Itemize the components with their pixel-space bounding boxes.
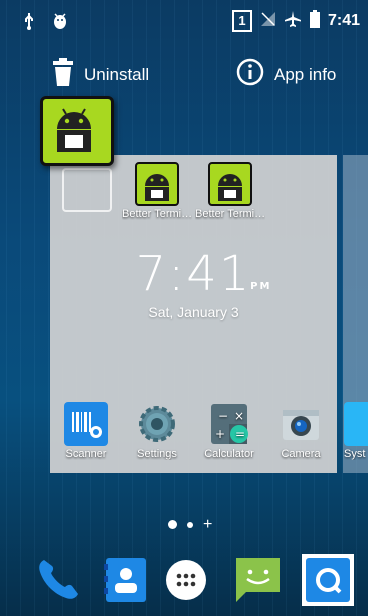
shortcut-label: Better Termi… <box>122 208 192 220</box>
dock-all-apps[interactable] <box>160 554 212 606</box>
page-dot <box>187 521 193 528</box>
app-label: Calculator <box>204 448 254 460</box>
app-drawer-icon <box>160 560 212 610</box>
svg-text:×: × <box>234 409 244 423</box>
app-info-drop-target[interactable]: App info <box>236 58 336 91</box>
drop-target-bar: Uninstall App info <box>0 58 368 94</box>
app-calculator[interactable]: − × + = Calculator <box>197 402 261 460</box>
messaging-icon <box>232 558 284 610</box>
trash-icon <box>52 58 74 91</box>
app-system[interactable]: Syst <box>344 402 368 460</box>
dock-phone[interactable] <box>32 554 84 606</box>
page-indicator[interactable]: + <box>168 516 213 533</box>
system-icon <box>344 402 368 446</box>
dock-messaging[interactable] <box>232 554 284 606</box>
app-label: Syst <box>344 448 366 460</box>
app-label: Scanner <box>65 448 107 460</box>
app-settings[interactable]: Settings <box>125 402 189 460</box>
dragged-app-icon[interactable] <box>40 96 114 166</box>
clock-date: Sat, January 3 <box>148 304 239 320</box>
sim-icon: 1 <box>231 10 252 32</box>
status-time: 7:41 <box>327 12 360 29</box>
clock-time: 7:41 PM <box>135 246 270 302</box>
shortcut-better-terminal-2[interactable]: Better Termi… <box>195 162 265 220</box>
uninstall-label: Uninstall <box>84 64 150 84</box>
camera-icon <box>279 402 323 446</box>
dock <box>0 548 368 616</box>
terminal-android-icon <box>208 162 252 206</box>
clock-time-value: 7:41 <box>135 246 252 302</box>
contacts-icon <box>100 558 152 610</box>
usb-icon <box>22 12 36 34</box>
app-scanner[interactable]: Scanner <box>54 402 118 460</box>
android-debug-icon <box>52 12 68 34</box>
svg-text:+: + <box>215 427 225 441</box>
app-label: Settings <box>137 448 177 460</box>
no-signal-icon <box>260 11 276 31</box>
clock-widget[interactable]: 7:41 PM Sat, January 3 <box>50 246 337 320</box>
dock-contacts[interactable] <box>100 554 152 606</box>
terminal-android-icon <box>135 162 179 206</box>
phone-icon <box>32 560 84 610</box>
clock-ampm: PM <box>250 281 272 292</box>
svg-text:−: − <box>218 409 228 423</box>
uninstall-drop-target[interactable]: Uninstall <box>52 58 149 91</box>
shortcut-label: Better Termi… <box>195 208 265 220</box>
barcode-scanner-icon <box>64 402 108 446</box>
dock-browser[interactable] <box>302 554 354 606</box>
app-info-label: App info <box>274 64 337 84</box>
drop-outline <box>62 168 112 212</box>
info-icon <box>236 58 264 91</box>
shortcut-better-terminal-1[interactable]: Better Termi… <box>122 162 192 220</box>
svg-text:=: = <box>235 427 245 441</box>
airplane-mode-icon <box>284 10 302 32</box>
battery-icon <box>309 10 320 32</box>
calculator-icon: − × + = <box>207 402 251 446</box>
add-page-icon: + <box>203 516 213 533</box>
gear-icon <box>135 402 179 446</box>
search-browser-icon <box>302 554 354 610</box>
page-dot-active <box>168 520 177 529</box>
status-bar: 1 7:41 <box>0 0 368 44</box>
app-label: Camera <box>281 448 321 460</box>
app-camera[interactable]: Camera <box>269 402 333 460</box>
